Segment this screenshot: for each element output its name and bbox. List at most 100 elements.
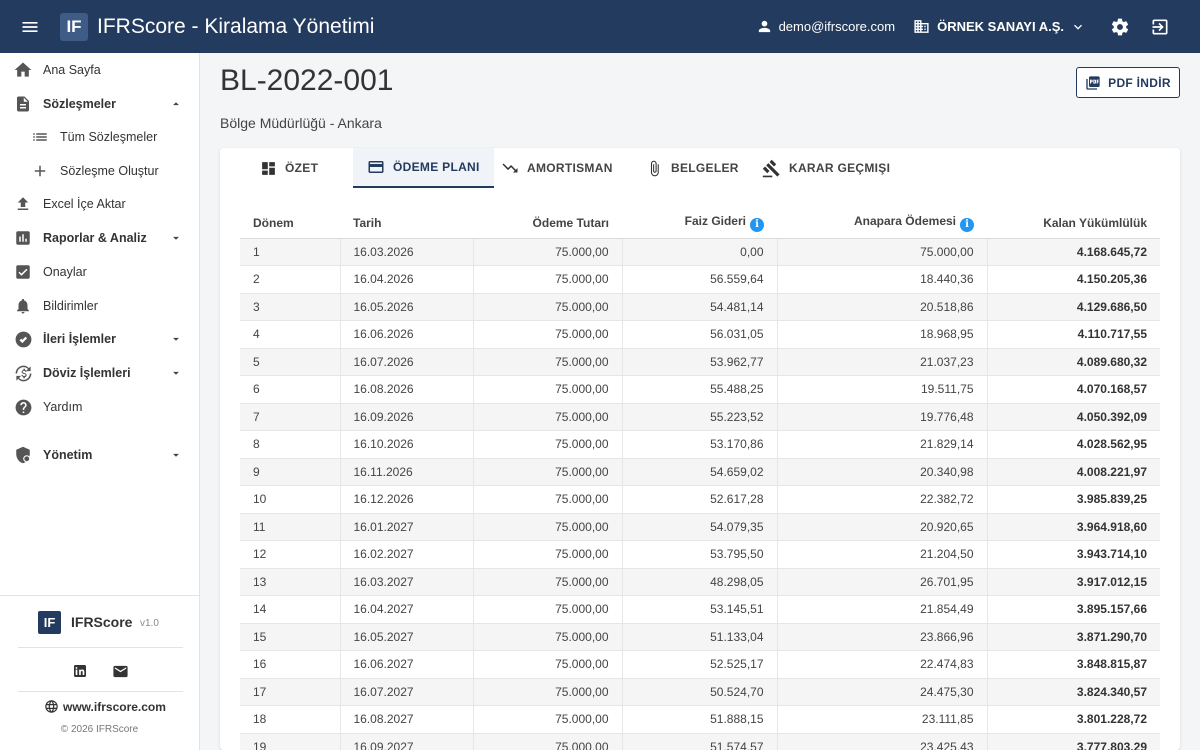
table-row: 14 16.04.2027 75.000,00 53.145,51 21.854,49 3… [240, 595, 1160, 624]
footer-brand: IFRScore [71, 614, 133, 630]
table-header-row: Dönem Tarih Ödeme Tutarı Faiz Gideri i An… [240, 208, 1160, 239]
person-icon [758, 20, 770, 33]
sidebar-item-label: Excel İçe Aktar [43, 197, 126, 211]
cell-date: 16.02.2027 [340, 540, 474, 569]
tab-label: KARAR GEÇMIŞI [789, 161, 891, 175]
sidebar-item-label: Sözleşme Oluştur [60, 164, 159, 178]
cell-date: 16.05.2026 [340, 293, 474, 321]
cell-remaining: 3.985.839,25 [987, 485, 1160, 514]
table-row: 9 16.11.2026 75.000,00 54.659,02 20.340,98 4.… [240, 458, 1160, 486]
tab-decision-history[interactable]: KARAR GEÇMIŞI [762, 148, 890, 188]
sidebar-item-label: Bildirimler [43, 299, 98, 313]
pdf-download-button[interactable]: PDF İNDİR [1076, 67, 1180, 98]
currency-exchange-icon [13, 363, 33, 383]
pdf-icon [1086, 75, 1100, 90]
dashboard-icon [262, 161, 275, 175]
logout-icon [1152, 19, 1168, 34]
linkedin-icon[interactable] [71, 662, 89, 680]
table-row: 7 16.09.2026 75.000,00 55.223,52 19.776,48 4.… [240, 403, 1160, 431]
sidebar-item-admin[interactable]: Yönetim [0, 438, 199, 472]
cell-payment: 75.000,00 [473, 623, 623, 651]
cell-date: 16.07.2026 [340, 348, 474, 376]
column-header-principal[interactable]: Anapara Ödemesi i [777, 208, 987, 239]
sidebar-item-create-contract[interactable]: Sözleşme Oluştur [0, 154, 199, 188]
cell-payment: 75.000,00 [473, 540, 623, 569]
tab-depreciation[interactable]: AMORTISMAN [501, 148, 613, 188]
sidebar-item-help[interactable]: Yardım [0, 390, 199, 424]
column-header-date[interactable]: Tarih [340, 208, 473, 239]
cell-payment: 75.000,00 [473, 513, 623, 541]
settings-button[interactable] [1100, 0, 1140, 53]
sidebar-item-label: Sözleşmeler [43, 97, 116, 111]
cell-payment: 75.000,00 [473, 458, 623, 486]
gavel-icon [762, 159, 780, 177]
column-header-remaining[interactable]: Kalan Yükümlülük [987, 208, 1160, 239]
company-selector[interactable]: ÖRNEK SANAYI A.Ş. [913, 18, 1086, 35]
cell-payment: 75.000,00 [473, 403, 623, 431]
caret-down-icon [169, 366, 183, 380]
cell-remaining: 4.070.168,57 [987, 375, 1160, 404]
cell-interest: 52.617,28 [622, 485, 778, 514]
sidebar-item-all-contracts[interactable]: Tüm Sözleşmeler [0, 120, 199, 154]
sidebar-item-label: Tüm Sözleşmeler [60, 130, 158, 144]
email-icon[interactable] [111, 662, 129, 680]
sidebar-footer: IF IFRScore v1.0 www.ifrscore.com © 2026… [0, 595, 199, 750]
sidebar-item-advanced[interactable]: İleri İşlemler [0, 322, 199, 356]
tab-bar: ÖZET ÖDEME PLANI AMORTISMAN BELGELER KAR… [220, 148, 1180, 188]
cell-remaining: 3.895.157,66 [987, 595, 1160, 624]
cell-interest: 0,00 [622, 238, 778, 266]
page-subtitle: Bölge Müdürlüğü - Ankara [220, 115, 382, 131]
info-icon[interactable]: i [960, 217, 974, 232]
trending-down-icon [502, 163, 518, 173]
cell-remaining: 4.168.645,72 [987, 238, 1160, 266]
tab-summary[interactable]: ÖZET [260, 148, 318, 188]
cell-principal: 21.854,49 [777, 595, 988, 624]
cell-principal: 18.440,36 [777, 265, 988, 294]
sidebar-item-notifications[interactable]: Bildirimler [0, 289, 199, 323]
website-link[interactable]: www.ifrscore.com [44, 699, 166, 714]
tab-payment-plan[interactable]: ÖDEME PLANI [353, 148, 494, 188]
cell-principal: 22.382,72 [777, 485, 988, 514]
sidebar-item-label: Döviz İşlemleri [43, 366, 131, 380]
cell-date: 16.09.2026 [340, 403, 474, 431]
cell-payment: 75.000,00 [473, 568, 623, 596]
column-header-payment[interactable]: Ödeme Tutarı [473, 208, 622, 239]
cell-principal: 26.701,95 [777, 568, 988, 596]
cell-period: 12 [240, 540, 341, 569]
cell-interest: 56.559,64 [622, 265, 778, 294]
sidebar-item-approvals[interactable]: Onaylar [0, 255, 199, 289]
cell-principal: 20.518,86 [777, 293, 988, 321]
cell-period: 16 [240, 650, 341, 679]
table-row: 19 16.09.2027 75.000,00 51.574,57 23.425,43 3… [240, 733, 1160, 750]
table-row: 12 16.02.2027 75.000,00 53.795,50 21.204,50 3… [240, 540, 1160, 569]
cell-date: 16.01.2027 [340, 513, 474, 541]
column-header-period[interactable]: Dönem [240, 208, 340, 239]
cell-payment: 75.000,00 [473, 293, 623, 321]
cell-period: 4 [240, 320, 341, 349]
column-header-interest[interactable]: Faiz Gideri i [622, 208, 777, 239]
sidebar-item-currency[interactable]: Döviz İşlemleri [0, 356, 199, 390]
tab-documents[interactable]: BELGELER [646, 148, 739, 188]
sidebar-item-contracts[interactable]: Sözleşmeler [0, 87, 199, 121]
cell-remaining: 4.028.562,95 [987, 430, 1160, 459]
cell-remaining: 3.824.340,57 [987, 678, 1160, 706]
cell-interest: 51.574,57 [622, 733, 778, 750]
cell-date: 16.04.2026 [340, 265, 474, 294]
user-account[interactable]: demo@ifrscore.com [756, 18, 895, 35]
app-title: IFRScore - Kiralama Yönetimi [97, 14, 375, 38]
caret-down-icon [169, 448, 183, 462]
info-icon[interactable]: i [750, 217, 764, 232]
logout-button[interactable] [1140, 0, 1180, 53]
table-row: 6 16.08.2026 75.000,00 55.488,25 19.511,75 4.… [240, 375, 1160, 404]
chevron-down-icon [1074, 24, 1082, 30]
sidebar-item-excel-import[interactable]: Excel İçe Aktar [0, 187, 199, 221]
menu-icon[interactable] [0, 0, 60, 53]
cell-period: 17 [240, 678, 341, 706]
cell-payment: 75.000,00 [473, 375, 623, 404]
cell-remaining: 3.848.815,87 [987, 650, 1160, 679]
sidebar-item-reports[interactable]: Raporlar & Analiz [0, 221, 199, 255]
building-icon [914, 20, 929, 33]
cell-period: 15 [240, 623, 341, 651]
home-icon [13, 60, 33, 80]
sidebar-item-home[interactable]: Ana Sayfa [0, 53, 199, 87]
